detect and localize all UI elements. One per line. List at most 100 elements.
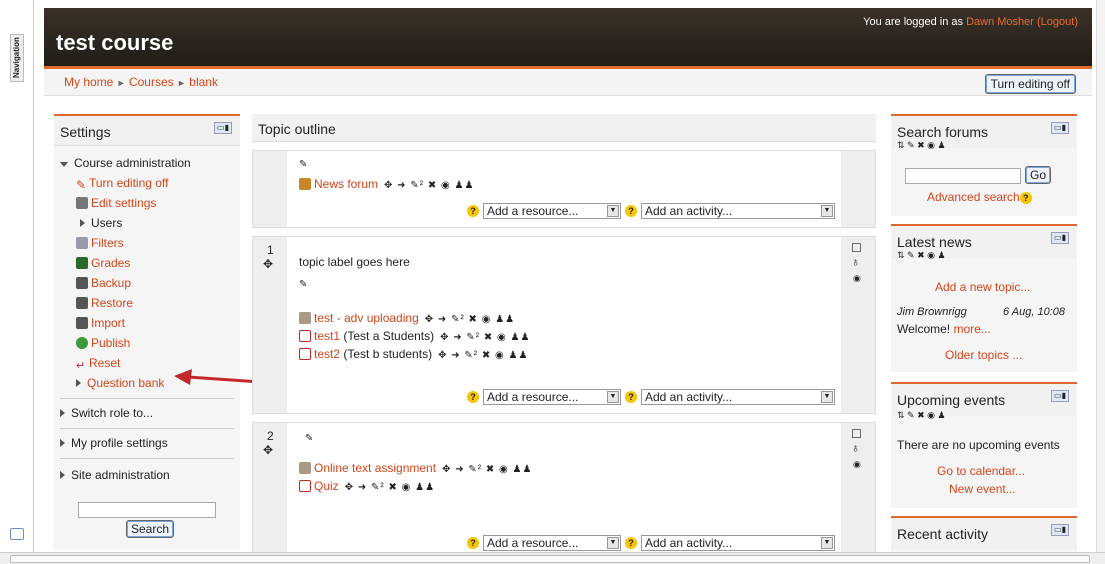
login-info: You are logged in as Dawn Mosher (Logout… <box>863 16 1078 28</box>
block-edit-icons[interactable]: ⇅ ✎ ✖ ◉ ♟ <box>897 410 946 421</box>
eye-icon[interactable]: ◉ <box>853 459 861 470</box>
settings-question-bank[interactable]: Question bank <box>76 376 164 390</box>
block-dock-icon[interactable]: ▭▮ <box>1051 232 1069 244</box>
help-icon[interactable]: ? <box>625 537 637 549</box>
go-button[interactable]: Go <box>1025 166 1052 184</box>
user-link[interactable]: Dawn Mosher <box>966 16 1034 28</box>
add-topic-link[interactable]: Add a new topic... <box>935 280 1030 294</box>
edit-summary-icon[interactable]: ✎ <box>305 433 313 444</box>
settings-reset[interactable]: ↵ Reset <box>76 356 120 372</box>
latest-news-block: Latest news ▭▮ ⇅ ✎ ✖ ◉ ♟ Add a new topic… <box>891 224 1077 372</box>
topic-section-1: 1 ✥ topic label goes here ✎ test - adv u… <box>252 236 876 414</box>
lightbulb-icon[interactable]: ♁ <box>851 255 860 269</box>
course-admin-node[interactable]: Course administration <box>60 156 191 170</box>
settings-import[interactable]: Import <box>76 316 125 330</box>
add-resource-select[interactable]: Add a resource... ▼ <box>483 203 621 219</box>
block-dock-icon[interactable]: ▭▮ <box>1051 524 1069 536</box>
help-icon[interactable]: ? <box>467 537 479 549</box>
activity-edit-icons[interactable]: ✥ ➜ ✎² ✖ ◉ ♟♟ <box>425 314 515 325</box>
activity-test2[interactable]: test2 (Test b students) ✥ ➜ ✎² ✖ ◉ ♟♟ <box>299 347 528 361</box>
quiz-icon <box>299 330 311 342</box>
help-icon[interactable]: ? <box>467 391 479 403</box>
block-edit-icons[interactable]: ⇅ ✎ ✖ ◉ ♟ <box>897 140 946 151</box>
activity-edit-icons[interactable]: ✥ ➜ ✎² ✖ ◉ ♟♟ <box>345 482 435 493</box>
settings-filters[interactable]: Filters <box>76 236 124 250</box>
assignment-icon <box>299 462 311 474</box>
settings-restore[interactable]: Restore <box>76 296 133 310</box>
activity-adv-uploading[interactable]: test - adv uploading ✥ ➜ ✎² ✖ ◉ ♟♟ <box>299 311 515 325</box>
lightbulb-icon[interactable]: ♁ <box>851 441 860 455</box>
settings-users[interactable]: Users <box>80 216 122 230</box>
more-link[interactable]: more... <box>953 322 990 336</box>
help-icon[interactable]: ? <box>625 205 637 217</box>
settings-search-button[interactable]: Search <box>126 520 175 538</box>
news-forum-activity[interactable]: News forum ✥ ➜ ✎² ✖ ◉ ♟♟ <box>299 177 474 191</box>
course-title: test course <box>56 30 174 55</box>
move-icon[interactable]: ✥ <box>263 443 273 457</box>
add-resource-select[interactable]: Add a resource... ▼ <box>483 389 621 405</box>
block-edit-icons[interactable]: ⇅ ✎ ✖ ◉ ♟ <box>897 250 946 261</box>
help-icon[interactable]: ? <box>625 391 637 403</box>
turn-editing-off-button[interactable]: Turn editing off <box>984 74 1076 94</box>
activity-edit-icons[interactable]: ✥ ➜ ✎² ✖ ◉ ♟♟ <box>384 180 474 191</box>
move-icon[interactable]: ✥ <box>263 257 273 271</box>
add-resource-select[interactable]: Add a resource... ▼ <box>483 535 621 551</box>
settings-search-input[interactable] <box>78 502 216 518</box>
search-forums-block: Search forums ▭▮ ⇅ ✎ ✖ ◉ ♟ Go Advanced s… <box>891 114 1077 216</box>
breadcrumb: My home ► Courses ► blank <box>64 75 218 89</box>
older-topics-link[interactable]: Older topics ... <box>945 348 1022 362</box>
activity-edit-icons[interactable]: ✥ ➜ ✎² ✖ ◉ ♟♟ <box>438 350 528 361</box>
new-event-link[interactable]: New event... <box>949 482 1016 496</box>
recent-activity-title: Recent activity <box>891 518 1077 550</box>
advanced-search-link[interactable]: Advanced search? <box>927 190 1032 204</box>
add-activity-select[interactable]: Add an activity... ▼ <box>641 203 835 219</box>
assignment-icon <box>299 312 311 324</box>
eye-icon[interactable]: ◉ <box>853 273 861 284</box>
settings-turn-editing-off[interactable]: ✎ Turn editing off <box>76 176 168 192</box>
quiz-icon <box>299 348 311 360</box>
topic-number: 2 <box>267 429 274 443</box>
settings-edit-settings[interactable]: Edit settings <box>76 196 156 210</box>
scrollbar-thumb[interactable] <box>10 555 1090 563</box>
browser-viewport: Navigation test course You are logged in… <box>0 0 1105 564</box>
settings-publish[interactable]: Publish <box>76 336 130 350</box>
breadcrumb-courses[interactable]: Courses <box>129 75 174 89</box>
backup-icon <box>76 277 88 289</box>
block-dock-icon[interactable]: ▭▮ <box>1051 390 1069 402</box>
page-header: test course You are logged in as Dawn Mo… <box>44 8 1092 66</box>
switch-role-node[interactable]: Switch role to... <box>60 406 153 420</box>
activity-quiz[interactable]: Quiz ✥ ➜ ✎² ✖ ◉ ♟♟ <box>299 479 435 493</box>
help-icon[interactable]: ? <box>467 205 479 217</box>
globe-icon <box>76 337 88 349</box>
site-admin-node[interactable]: Site administration <box>60 468 170 482</box>
add-activity-select[interactable]: Add an activity... ▼ <box>641 389 835 405</box>
activity-test1[interactable]: test1 (Test a Students) ✥ ➜ ✎² ✖ ◉ ♟♟ <box>299 329 530 343</box>
topic-section-0: ✎ News forum ✥ ➜ ✎² ✖ ◉ ♟♟ ? Add a resour… <box>252 150 876 228</box>
breadcrumb-home[interactable]: My home <box>64 75 113 89</box>
block-dock-icon[interactable]: ▭▮ <box>214 122 232 134</box>
breadcrumb-separator: ► <box>177 78 186 88</box>
horizontal-scrollbar[interactable] <box>0 552 1105 564</box>
dock-toggle-icon[interactable] <box>10 528 24 540</box>
settings-backup[interactable]: Backup <box>76 276 131 290</box>
settings-grades[interactable]: Grades <box>76 256 130 270</box>
vertical-scrollbar[interactable] <box>1096 0 1105 552</box>
profile-settings-node[interactable]: My profile settings <box>60 436 168 450</box>
edit-summary-icon[interactable]: ✎ <box>299 159 307 170</box>
help-icon[interactable]: ? <box>1019 192 1032 204</box>
activity-edit-icons[interactable]: ✥ ➜ ✎² ✖ ◉ ♟♟ <box>440 332 530 343</box>
add-activity-select[interactable]: Add an activity... ▼ <box>641 535 835 551</box>
search-forums-input[interactable] <box>905 168 1021 184</box>
activity-edit-icons[interactable]: ✥ ➜ ✎² ✖ ◉ ♟♟ <box>442 464 532 475</box>
highlight-icon[interactable]: ☐ <box>851 427 862 441</box>
topic-outline-title: Topic outline <box>258 121 336 137</box>
highlight-icon[interactable]: ☐ <box>851 241 862 255</box>
calendar-link[interactable]: Go to calendar... <box>937 464 1025 478</box>
dock-navigation-tab[interactable]: Navigation <box>10 34 24 82</box>
import-icon <box>76 317 88 329</box>
breadcrumb-current[interactable]: blank <box>189 75 218 89</box>
edit-summary-icon[interactable]: ✎ <box>299 279 307 290</box>
block-dock-icon[interactable]: ▭▮ <box>1051 122 1069 134</box>
logout-link[interactable]: (Logout) <box>1037 16 1078 28</box>
activity-online-text[interactable]: Online text assignment ✥ ➜ ✎² ✖ ◉ ♟♟ <box>299 461 532 475</box>
